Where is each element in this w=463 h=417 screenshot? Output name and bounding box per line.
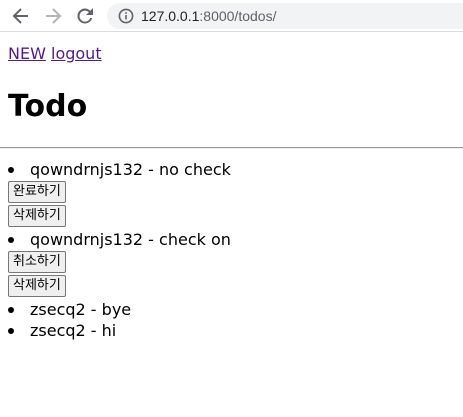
divider bbox=[0, 147, 463, 149]
forward-icon[interactable] bbox=[41, 4, 65, 28]
todo-line: zsecq2 - hi bbox=[8, 320, 463, 341]
page-title: Todo bbox=[8, 89, 88, 124]
top-links: NEW logout bbox=[8, 44, 463, 63]
info-icon[interactable] bbox=[118, 8, 134, 24]
reload-icon[interactable] bbox=[73, 4, 97, 28]
delete-button[interactable]: 삭제하기 bbox=[8, 275, 66, 297]
bullet-icon bbox=[8, 306, 14, 313]
url-host: 127.0.0.1 bbox=[141, 8, 200, 24]
todo-text: zsecq2 - hi bbox=[30, 321, 117, 340]
back-icon[interactable] bbox=[9, 4, 33, 28]
todo-item: qowndrnjs132 - no check 완료하기 삭제하기 bbox=[8, 159, 463, 227]
todo-line: qowndrnjs132 - check on bbox=[8, 229, 463, 250]
todo-text: qowndrnjs132 - no check bbox=[30, 160, 231, 179]
url-path: :8000/todos/ bbox=[199, 8, 277, 24]
todo-text: zsecq2 - bye bbox=[30, 300, 132, 319]
new-link[interactable]: NEW bbox=[8, 44, 46, 63]
todo-item: zsecq2 - bye bbox=[8, 299, 463, 320]
cancel-button[interactable]: 취소하기 bbox=[8, 251, 66, 273]
todo-list: qowndrnjs132 - no check 완료하기 삭제하기 qowndr… bbox=[8, 159, 463, 341]
page-content: NEW logout Todo qowndrnjs132 - no check … bbox=[0, 44, 463, 341]
todo-text: qowndrnjs132 - check on bbox=[30, 230, 231, 249]
todo-line: qowndrnjs132 - no check bbox=[8, 159, 463, 180]
todo-item: qowndrnjs132 - check on 취소하기 삭제하기 bbox=[8, 229, 463, 297]
bullet-icon bbox=[8, 236, 14, 243]
browser-toolbar: 127.0.0.1:8000/todos/ bbox=[0, 0, 463, 32]
address-bar[interactable]: 127.0.0.1:8000/todos/ bbox=[107, 3, 463, 29]
url-text: 127.0.0.1:8000/todos/ bbox=[141, 8, 276, 24]
bullet-icon bbox=[8, 166, 14, 173]
todo-line: zsecq2 - bye bbox=[8, 299, 463, 320]
logout-link[interactable]: logout bbox=[51, 44, 102, 63]
bullet-icon bbox=[8, 327, 14, 334]
delete-button[interactable]: 삭제하기 bbox=[8, 205, 66, 227]
complete-button[interactable]: 완료하기 bbox=[8, 181, 66, 203]
todo-item: zsecq2 - hi bbox=[8, 320, 463, 341]
